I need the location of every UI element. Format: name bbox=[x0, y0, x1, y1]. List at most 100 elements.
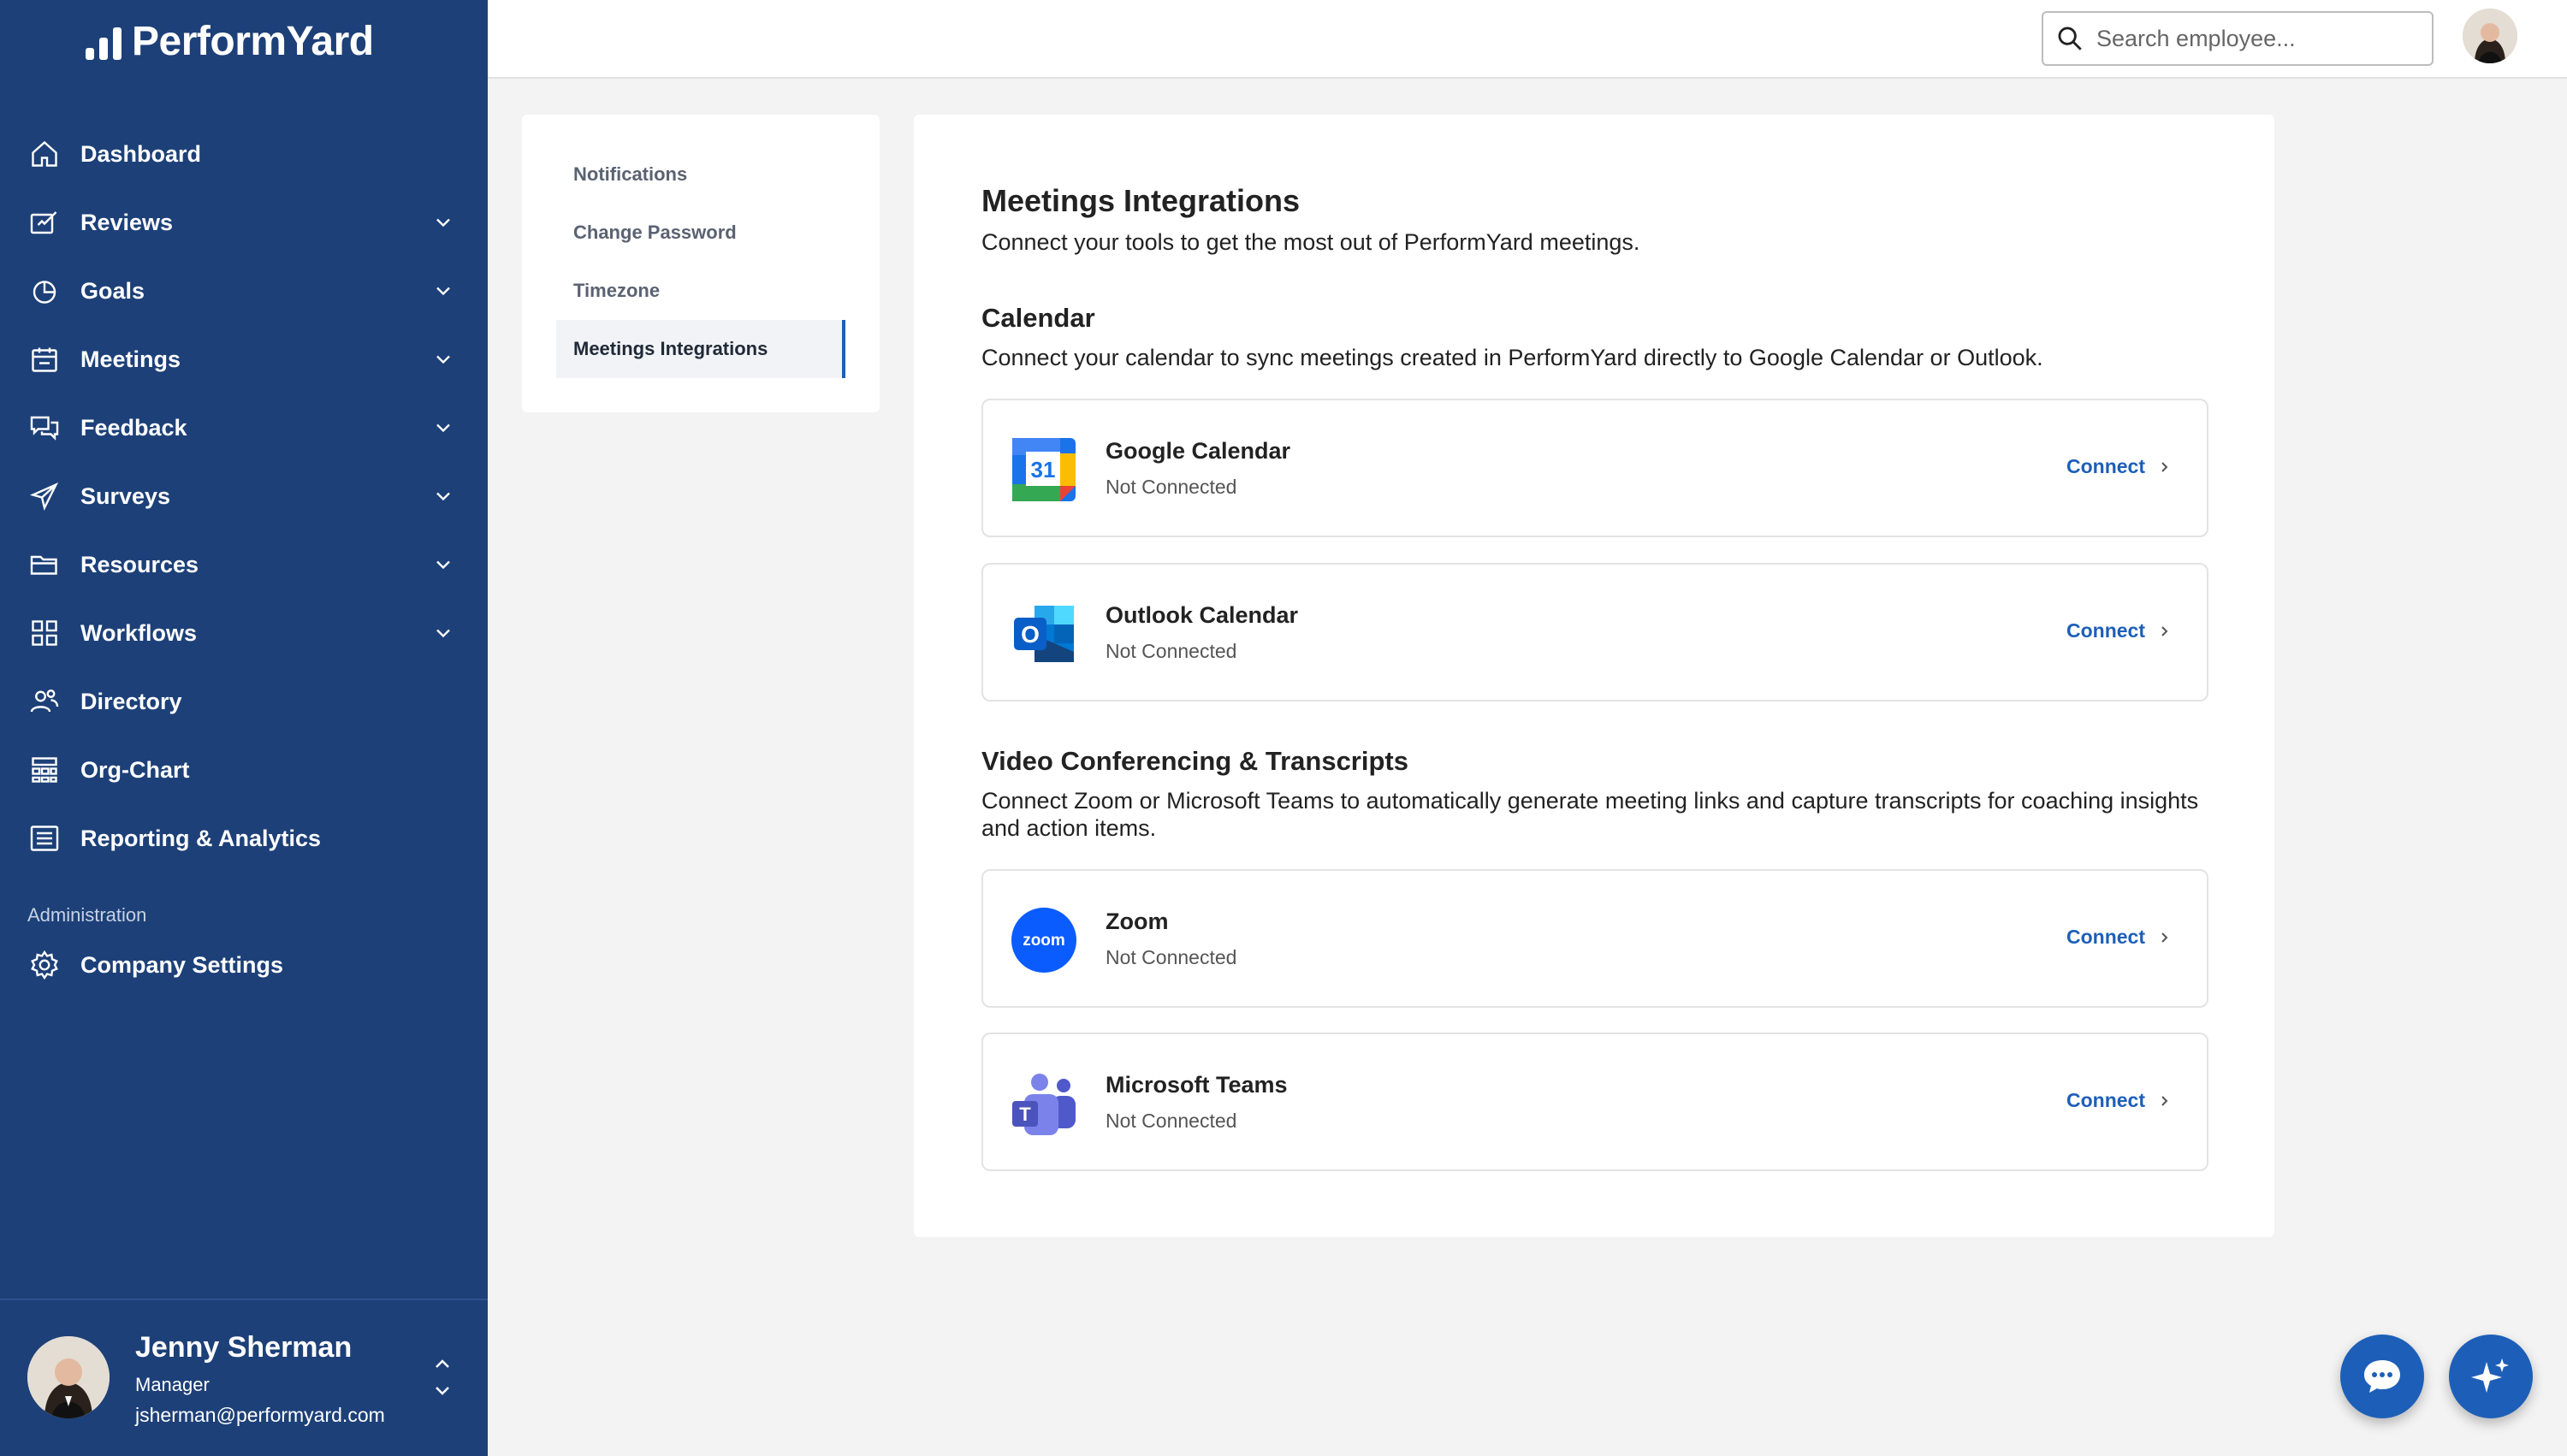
chevron-down-icon[interactable] bbox=[431, 279, 455, 303]
nav-item-feedback[interactable]: Feedback bbox=[0, 394, 488, 462]
sparkle-icon bbox=[2471, 1358, 2509, 1393]
chevron-down-icon[interactable] bbox=[431, 210, 455, 234]
connect-outlook-calendar-button[interactable]: Connect bbox=[2066, 619, 2171, 642]
connect-zoom-button[interactable]: Connect bbox=[2066, 926, 2171, 949]
nav-item-dashboard[interactable]: Dashboard bbox=[0, 120, 488, 188]
integration-name: Zoom bbox=[1106, 909, 1169, 934]
logo-text: PerformYard bbox=[132, 18, 374, 64]
settings-submenu: Notifications Change Password Timezone M… bbox=[522, 115, 880, 412]
integration-row-zoom: zoom Zoom Not Connected Connect bbox=[981, 869, 2208, 1008]
chevron-down-icon[interactable] bbox=[431, 416, 455, 440]
nav-item-resources[interactable]: Resources bbox=[0, 530, 488, 599]
nav-item-reviews[interactable]: Reviews bbox=[0, 188, 488, 257]
user-name: Jenny Sherman bbox=[135, 1331, 353, 1364]
search-box[interactable] bbox=[2042, 11, 2434, 66]
nav-label: Directory bbox=[80, 688, 182, 714]
chevron-right-icon bbox=[2161, 625, 2168, 636]
org-chart-icon bbox=[27, 753, 62, 787]
page-subtitle: Connect your tools to get the most out o… bbox=[981, 229, 1640, 255]
chat-bubble-icon bbox=[2364, 1360, 2400, 1393]
settings-menu-item-timezone[interactable]: Timezone bbox=[556, 262, 845, 320]
chevron-down-icon[interactable] bbox=[431, 347, 455, 371]
nav-item-directory[interactable]: Directory bbox=[0, 667, 488, 736]
user-role: Manager bbox=[135, 1374, 210, 1395]
nav-label: Reporting & Analytics bbox=[80, 825, 322, 851]
nav-item-workflows[interactable]: Workflows bbox=[0, 599, 488, 667]
microsoft-teams-icon: T bbox=[1012, 1074, 1076, 1135]
logo-mark-icon bbox=[86, 22, 122, 60]
avatar bbox=[27, 1336, 110, 1418]
nav-item-org-chart[interactable]: Org-Chart bbox=[0, 736, 488, 804]
search-input[interactable] bbox=[2096, 25, 2422, 52]
outlook-icon: O bbox=[1014, 606, 1074, 662]
chat-support-button[interactable] bbox=[2340, 1335, 2424, 1418]
teams-logo-text: T bbox=[1019, 1104, 1031, 1125]
avatar[interactable] bbox=[2463, 9, 2517, 63]
connect-label: Connect bbox=[2066, 926, 2145, 948]
settings-menu-item-meetings-integrations[interactable]: Meetings Integrations bbox=[556, 320, 845, 378]
connect-label: Connect bbox=[2066, 619, 2145, 642]
google-calendar-logo-text: 31 bbox=[1031, 457, 1056, 482]
ai-assistant-button[interactable] bbox=[2449, 1335, 2533, 1418]
topbar bbox=[488, 0, 2567, 79]
main-nav: Dashboard Reviews Goals Meetings Feedbac… bbox=[0, 120, 488, 873]
integration-row-microsoft-teams: T Microsoft Teams Not Connected Connect bbox=[981, 1033, 2208, 1171]
nav-item-meetings[interactable]: Meetings bbox=[0, 325, 488, 394]
administration-heading: Administration bbox=[27, 904, 147, 926]
nav-label: Goals bbox=[80, 277, 145, 304]
nav-label: Workflows bbox=[80, 619, 198, 646]
sidebar: PerformYard Dashboard Reviews Goals Meet… bbox=[0, 0, 488, 1456]
calendar-description: Connect your calendar to sync meetings c… bbox=[981, 345, 2043, 370]
home-icon bbox=[27, 137, 62, 171]
chevron-right-icon bbox=[2161, 1095, 2168, 1106]
reviews-icon bbox=[27, 205, 62, 240]
goals-icon bbox=[27, 274, 62, 308]
connect-microsoft-teams-button[interactable]: Connect bbox=[2066, 1089, 2171, 1112]
nav-item-goals[interactable]: Goals bbox=[0, 257, 488, 325]
chat-icon bbox=[27, 411, 62, 445]
integration-name: Microsoft Teams bbox=[1106, 1072, 1288, 1098]
settings-menu-item-notifications[interactable]: Notifications bbox=[556, 145, 845, 204]
logo[interactable]: PerformYard bbox=[86, 15, 374, 67]
chevron-right-icon bbox=[2161, 932, 2168, 943]
nav-label: Dashboard bbox=[80, 140, 202, 167]
nav-item-company-settings[interactable]: Company Settings bbox=[0, 931, 488, 999]
settings-menu-item-change-password[interactable]: Change Password bbox=[556, 204, 845, 262]
video-heading: Video Conferencing & Transcripts bbox=[981, 746, 1408, 776]
nav-label: Meetings bbox=[80, 346, 181, 372]
user-profile[interactable]: Jenny Sherman Manager jsherman@performya… bbox=[0, 1299, 488, 1456]
integrations-card: Meetings Integrations Connect your tools… bbox=[914, 115, 2274, 1237]
search-icon bbox=[2058, 27, 2082, 50]
integration-row-outlook-calendar: O Outlook Calendar Not Connected Connect bbox=[981, 563, 2208, 701]
chevron-down-icon[interactable] bbox=[431, 553, 455, 577]
calendar-heading: Calendar bbox=[981, 303, 1095, 333]
zoom-icon: zoom bbox=[1011, 908, 1076, 973]
nav-item-surveys[interactable]: Surveys bbox=[0, 462, 488, 530]
nav-label: Feedback bbox=[80, 414, 187, 441]
chevron-down-icon[interactable] bbox=[431, 484, 455, 508]
nav-item-reporting[interactable]: Reporting & Analytics bbox=[0, 804, 488, 873]
integration-name: Outlook Calendar bbox=[1106, 602, 1299, 628]
calendar-icon bbox=[27, 342, 62, 376]
gear-icon bbox=[27, 948, 62, 982]
send-icon bbox=[27, 479, 62, 513]
integration-status: Not Connected bbox=[1106, 946, 1237, 968]
video-description: Connect Zoom or Microsoft Teams to autom… bbox=[981, 788, 2199, 841]
nav-label: Reviews bbox=[80, 209, 174, 235]
integration-status: Not Connected bbox=[1106, 640, 1237, 662]
nav-label: Surveys bbox=[80, 482, 171, 509]
integration-name: Google Calendar bbox=[1106, 438, 1291, 464]
chevron-right-icon bbox=[2161, 461, 2168, 472]
page-title: Meetings Integrations bbox=[981, 183, 1301, 218]
outlook-logo-text: O bbox=[1021, 621, 1040, 648]
zoom-logo-text: zoom bbox=[1023, 932, 1065, 950]
connect-label: Connect bbox=[2066, 455, 2145, 477]
chevron-up-down-icon[interactable] bbox=[431, 1353, 454, 1401]
chevron-down-icon[interactable] bbox=[431, 621, 455, 645]
list-icon bbox=[27, 821, 62, 855]
connect-google-calendar-button[interactable]: Connect bbox=[2066, 455, 2171, 478]
google-calendar-icon: 31 bbox=[1012, 438, 1076, 501]
integration-status: Not Connected bbox=[1106, 1110, 1237, 1132]
nav-label: Company Settings bbox=[80, 951, 284, 978]
integration-status: Not Connected bbox=[1106, 476, 1237, 498]
